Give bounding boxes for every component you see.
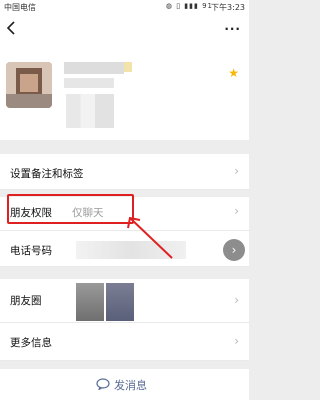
- blurred-phone-number: [76, 241, 186, 259]
- floating-chevron-button[interactable]: ›: [223, 239, 245, 261]
- chevron-right-icon: ›: [234, 334, 239, 348]
- blurred-region: [66, 94, 114, 128]
- moments-thumbnails: [76, 283, 134, 321]
- chevron-right-icon: ›: [234, 164, 239, 178]
- phone-label: 电话号码: [10, 245, 52, 257]
- moments-row[interactable]: 朋友圈 ›: [0, 279, 249, 323]
- moments-label: 朋友圈: [10, 295, 42, 307]
- more-info-row[interactable]: 更多信息 ›: [0, 323, 249, 361]
- back-arrow-icon[interactable]: [4, 20, 18, 36]
- profile-header: ★: [0, 46, 249, 140]
- highlight-box: [7, 194, 134, 224]
- status-bar: 中国电信 ◍ ▯ ▮▮▮ 91 下午3:23: [0, 0, 249, 14]
- chevron-right-icon: ›: [234, 293, 239, 307]
- star-icon[interactable]: ★: [228, 66, 239, 80]
- more-options-icon[interactable]: ···: [224, 22, 241, 36]
- remark-label: 设置备注和标签: [10, 168, 84, 180]
- chat-bubble-icon: [96, 378, 110, 390]
- blurred-id: [64, 78, 114, 88]
- chevron-right-icon: ›: [234, 204, 239, 218]
- status-icons: ◍ ▯ ▮▮▮ 91: [165, 2, 213, 10]
- phone-number-row[interactable]: 电话号码: [0, 231, 249, 267]
- carrier-label: 中国电信: [4, 3, 36, 12]
- clock: 下午3:23: [211, 3, 245, 12]
- more-info-label: 更多信息: [10, 337, 52, 349]
- remark-and-tags-row[interactable]: 设置备注和标签 ›: [0, 154, 249, 190]
- send-message-button[interactable]: 发消息: [114, 377, 147, 393]
- send-message-bar[interactable]: 发消息: [0, 369, 249, 400]
- blurred-name: [64, 62, 132, 74]
- avatar[interactable]: [6, 62, 52, 108]
- top-bar: ···: [0, 14, 249, 46]
